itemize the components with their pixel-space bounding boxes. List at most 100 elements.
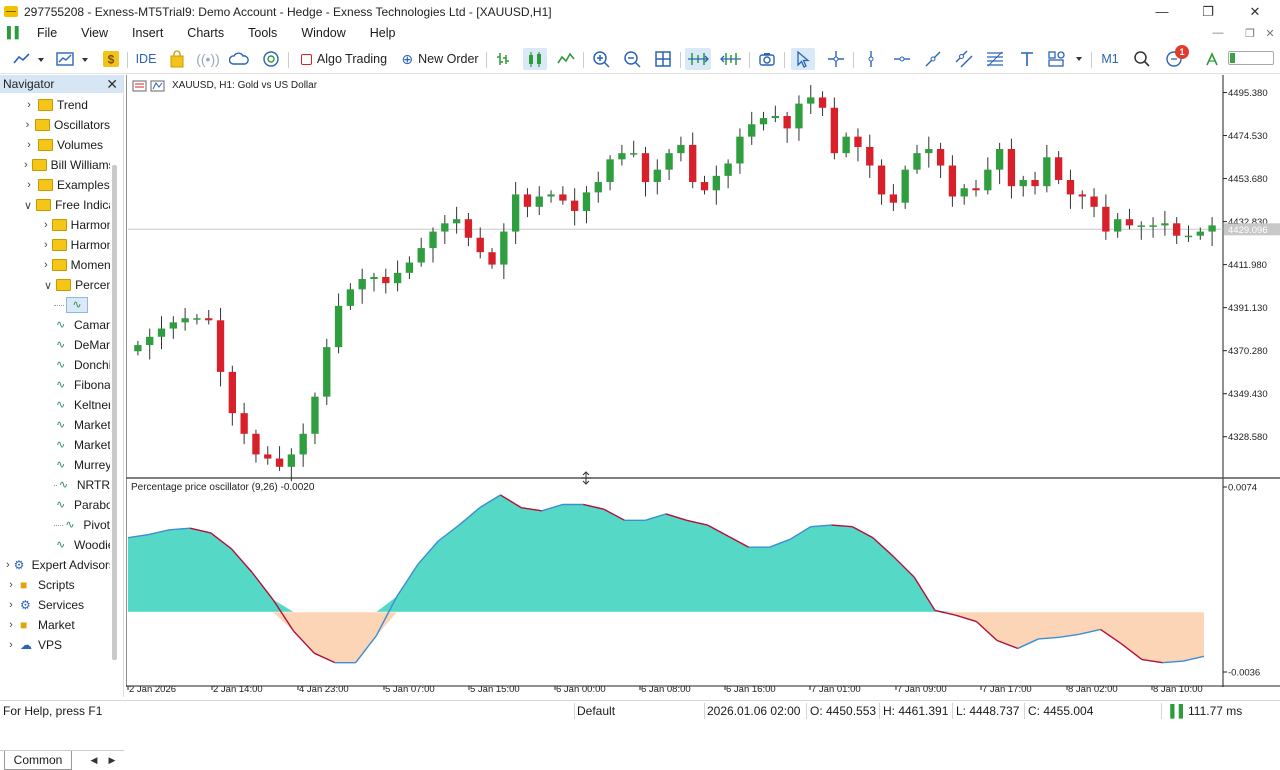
expand-arrow-icon[interactable]: › xyxy=(44,219,48,231)
navigator-scrollbar[interactable] xyxy=(112,165,117,660)
candle[interactable] xyxy=(523,194,532,207)
close-window-icon[interactable]: ✕ xyxy=(1232,0,1278,23)
candle[interactable] xyxy=(995,149,1004,170)
candle[interactable] xyxy=(1149,225,1157,227)
candle[interactable] xyxy=(547,194,555,197)
candle[interactable] xyxy=(1173,223,1181,236)
candle[interactable] xyxy=(736,136,744,164)
candle[interactable] xyxy=(1031,179,1039,187)
expand-arrow-icon[interactable]: › xyxy=(6,619,16,631)
candle[interactable] xyxy=(889,194,898,203)
menu-window[interactable]: Window xyxy=(289,26,357,40)
candle[interactable] xyxy=(157,328,166,337)
navigator-item[interactable]: ∿ Keltner xyxy=(54,395,110,415)
candle[interactable] xyxy=(323,347,331,397)
candle[interactable] xyxy=(606,159,614,183)
expand-arrow-icon[interactable]: › xyxy=(24,179,34,191)
candle[interactable] xyxy=(960,188,968,197)
candle[interactable] xyxy=(783,116,791,129)
menu-file[interactable]: File xyxy=(25,26,69,40)
candle[interactable] xyxy=(571,200,579,211)
candle[interactable] xyxy=(275,458,284,467)
navigator-item[interactable]: ∿ Market xyxy=(54,435,110,455)
navigator-item[interactable]: ∿ xyxy=(54,295,110,315)
candle[interactable] xyxy=(984,169,992,191)
candle[interactable] xyxy=(724,163,732,176)
candle[interactable] xyxy=(452,219,461,224)
candle[interactable] xyxy=(535,196,543,207)
candle[interactable] xyxy=(1208,225,1216,232)
candle[interactable] xyxy=(1019,179,1027,187)
candle[interactable] xyxy=(630,153,638,155)
candle[interactable] xyxy=(511,194,520,232)
expand-arrow-icon[interactable]: › xyxy=(24,119,31,131)
candle[interactable] xyxy=(653,169,661,183)
candle[interactable] xyxy=(169,322,177,329)
candle[interactable] xyxy=(641,153,650,183)
navigator-item[interactable]: › ☁ VPS xyxy=(6,635,110,655)
candle[interactable] xyxy=(665,153,673,170)
candle[interactable] xyxy=(594,182,602,193)
candle[interactable] xyxy=(748,124,756,137)
web-terminal-icon[interactable] xyxy=(260,48,282,70)
expand-arrow-icon[interactable]: › xyxy=(24,139,34,151)
market-bag-icon[interactable] xyxy=(166,48,188,70)
candle[interactable] xyxy=(1066,179,1075,195)
channel-icon[interactable] xyxy=(953,48,975,70)
candle[interactable] xyxy=(476,237,484,253)
candle[interactable] xyxy=(1161,223,1169,226)
cursor-icon[interactable] xyxy=(791,48,815,70)
mt5-menu-icon[interactable]: ▌▌ xyxy=(7,27,23,39)
candle[interactable] xyxy=(181,318,189,323)
menu-tools[interactable]: Tools xyxy=(236,26,289,40)
navigator-item[interactable]: ∿ Parabolic xyxy=(54,495,110,515)
menu-help[interactable]: Help xyxy=(358,26,408,40)
navigator-item[interactable]: ∨ Free Indicators xyxy=(24,195,110,215)
navigator-item[interactable]: ∿ Camarilla xyxy=(54,315,110,335)
candle[interactable] xyxy=(854,136,862,147)
cloud-icon[interactable] xyxy=(228,48,250,70)
candle[interactable] xyxy=(842,136,850,154)
expand-arrow-icon[interactable]: › xyxy=(44,259,48,271)
candle[interactable] xyxy=(205,318,213,321)
tab-prev-icon[interactable]: ◀ xyxy=(86,752,102,768)
candle[interactable] xyxy=(866,146,874,166)
chart-shift-icon[interactable] xyxy=(718,48,744,70)
expand-arrow-icon[interactable]: › xyxy=(6,579,16,591)
horizontal-line-icon[interactable] xyxy=(891,48,913,70)
candle[interactable] xyxy=(488,252,496,265)
candle[interactable] xyxy=(818,97,827,108)
signal-strength-icon[interactable] xyxy=(1203,48,1221,70)
menu-view[interactable]: View xyxy=(69,26,120,40)
candle[interactable] xyxy=(346,289,355,306)
collapse-arrow-icon[interactable]: ∨ xyxy=(24,199,32,212)
candle[interactable] xyxy=(759,118,768,125)
candle[interactable] xyxy=(441,223,449,232)
tile-windows-icon[interactable] xyxy=(652,48,674,70)
screenshot-icon[interactable] xyxy=(756,48,778,70)
fibonacci-icon[interactable] xyxy=(984,48,1006,70)
zoom-out-icon[interactable] xyxy=(621,48,643,70)
mdi-restore-icon[interactable]: ❐ xyxy=(1239,23,1261,43)
candle[interactable] xyxy=(972,188,980,191)
mdi-close-icon[interactable]: ✕ xyxy=(1259,23,1280,43)
candlestick-chart-icon[interactable] xyxy=(523,48,547,70)
navigator-item[interactable]: › Bill Williams xyxy=(24,155,110,175)
navigator-item[interactable]: ∿ NRTR xyxy=(54,475,110,495)
candle[interactable] xyxy=(795,103,803,129)
menu-insert[interactable]: Insert xyxy=(120,26,175,40)
depth-level-bar[interactable] xyxy=(1228,51,1274,65)
navigator-item[interactable]: › Oscillators xyxy=(24,115,110,135)
candle[interactable] xyxy=(1090,196,1098,207)
shapes-dropdown-icon[interactable] xyxy=(1046,48,1086,70)
candle[interactable] xyxy=(877,165,886,195)
status-profile[interactable]: Default xyxy=(577,704,615,718)
profiles-icon[interactable] xyxy=(54,48,92,70)
connection-bars-icon[interactable]: ▐▐ xyxy=(1166,704,1183,718)
menu-charts[interactable]: Charts xyxy=(175,26,236,40)
candle[interactable] xyxy=(1043,157,1051,187)
candle[interactable] xyxy=(1125,219,1134,226)
candle[interactable] xyxy=(925,149,933,154)
navigator-item[interactable]: ∿ Murrey xyxy=(54,455,110,475)
candle[interactable] xyxy=(240,413,248,434)
